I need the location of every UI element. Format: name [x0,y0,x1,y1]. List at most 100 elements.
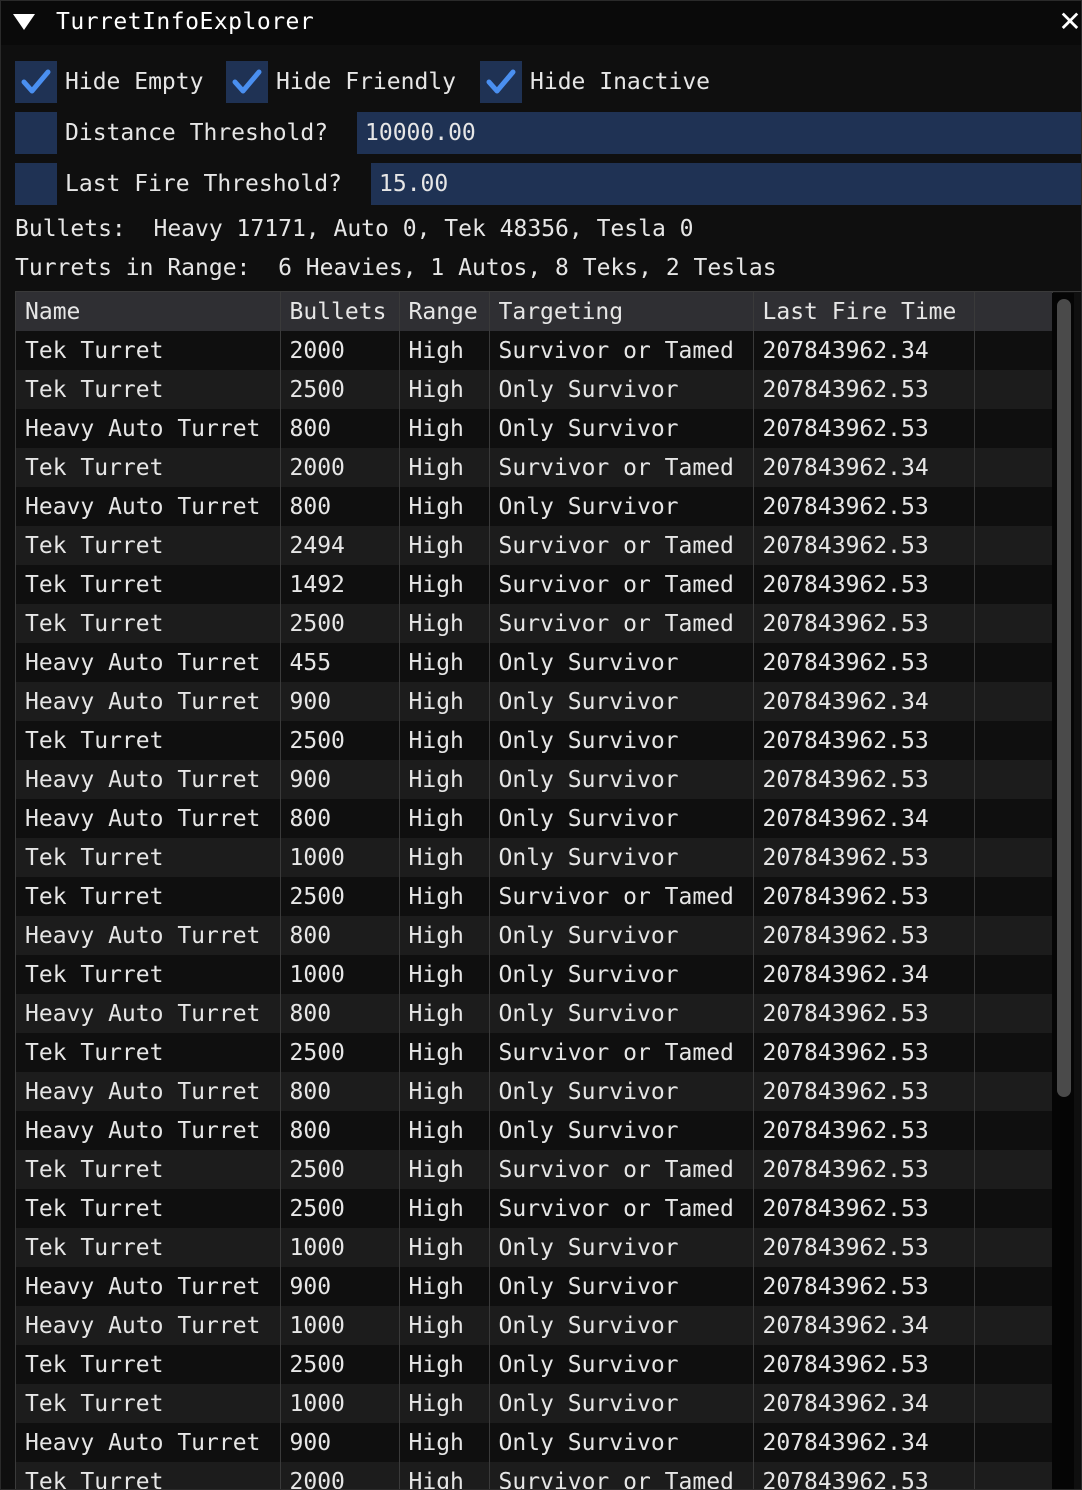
hide-friendly-checkbox[interactable] [226,61,268,103]
cell-range: High [399,1345,490,1384]
column-header-targeting[interactable]: Targeting [489,292,754,331]
cell-last-fire-time: 207843962.34 [753,1423,975,1462]
table-row[interactable]: Heavy Auto Turret 455 High Only Survivor 207… [16,643,1053,682]
table-row[interactable]: Heavy Auto Turret 800 High Only Survivor 207… [16,799,1053,838]
table-row[interactable]: Tek Turret 2000 High Survivor or Tamed 20784… [16,448,1053,487]
table-row[interactable]: Heavy Auto Turret 900 High Only Survivor 207… [16,760,1053,799]
column-header-bullets[interactable]: Bullets [280,292,400,331]
distance-threshold-input[interactable]: 10000.00 [357,112,1081,154]
cell-targeting: Only Survivor [489,1423,754,1462]
turret-info-explorer-window: TurretInfoExplorer ✕ Hide Empty Hide Fri… [0,0,1082,1490]
table-row[interactable]: Heavy Auto Turret 900 High Only Survivor 207… [16,682,1053,721]
cell-last-fire-time: 207843962.53 [753,838,975,877]
cell-spacer [974,526,1053,565]
cell-range: High [399,1228,490,1267]
last-fire-threshold-input[interactable]: 15.00 [371,163,1081,205]
cell-bullets: 455 [280,643,400,682]
distance-threshold-row: Distance Threshold? 10000.00 [15,112,1081,154]
cell-last-fire-time: 207843962.53 [753,916,975,955]
column-header-last-fire-time[interactable]: Last Fire Time [753,292,975,331]
hide-empty-checkbox[interactable] [15,61,57,103]
cell-range: High [399,331,490,370]
cell-targeting: Only Survivor [489,838,754,877]
cell-last-fire-time: 207843962.53 [753,643,975,682]
hide-inactive-checkbox[interactable] [480,61,522,103]
cell-spacer [974,1384,1053,1423]
table-row[interactable]: Heavy Auto Turret 800 High Only Survivor 207… [16,1072,1053,1111]
table-row[interactable]: Tek Turret 1000 High Only Survivor 207843962… [16,1228,1053,1267]
cell-targeting: Survivor or Tamed [489,448,754,487]
cell-range: High [399,1384,490,1423]
cell-bullets: 2000 [280,448,400,487]
cell-last-fire-time: 207843962.53 [753,1072,975,1111]
collapse-triangle-icon[interactable] [13,14,35,30]
cell-range: High [399,682,490,721]
cell-last-fire-time: 207843962.53 [753,487,975,526]
cell-targeting: Only Survivor [489,799,754,838]
cell-last-fire-time: 207843962.53 [753,721,975,760]
table-row[interactable]: Tek Turret 2500 High Survivor or Tamed 20784… [16,1189,1053,1228]
table-row[interactable]: Heavy Auto Turret 800 High Only Survivor 207… [16,1111,1053,1150]
cell-bullets: 800 [280,409,400,448]
table-row[interactable]: Tek Turret 2494 High Survivor or Tamed 20784… [16,526,1053,565]
close-icon[interactable]: ✕ [1055,7,1081,37]
last-fire-threshold-label: Last Fire Threshold? [65,171,342,197]
cell-bullets: 800 [280,1072,400,1111]
cell-name: Heavy Auto Turret [16,760,281,799]
cell-last-fire-time: 207843962.53 [753,370,975,409]
cell-range: High [399,409,490,448]
table-row[interactable]: Tek Turret 1492 High Survivor or Tamed 20784… [16,565,1053,604]
column-header-name[interactable]: Name [16,292,281,331]
column-header-range[interactable]: Range [399,292,490,331]
cell-targeting: Only Survivor [489,1384,754,1423]
cell-targeting: Survivor or Tamed [489,526,754,565]
cell-range: High [399,526,490,565]
cell-name: Tek Turret [16,604,281,643]
table-row[interactable]: Heavy Auto Turret 800 High Only Survivor 207… [16,916,1053,955]
cell-targeting: Survivor or Tamed [489,331,754,370]
cell-bullets: 2500 [280,1150,400,1189]
cell-bullets: 2494 [280,526,400,565]
table-scrollbar-thumb[interactable] [1057,299,1071,1097]
turret-table-container[interactable]: Name Bullets Range Targeting Last Fire T… [15,291,1081,1489]
table-row[interactable]: Tek Turret 1000 High Only Survivor 207843962… [16,1384,1053,1423]
table-row[interactable]: Heavy Auto Turret 900 High Only Survivor 207… [16,1267,1053,1306]
cell-last-fire-time: 207843962.53 [753,1228,975,1267]
table-row[interactable]: Tek Turret 2500 High Only Survivor 207843962… [16,370,1053,409]
table-row[interactable]: Heavy Auto Turret 800 High Only Survivor 207… [16,994,1053,1033]
cell-name: Heavy Auto Turret [16,409,281,448]
table-row[interactable]: Heavy Auto Turret 900 High Only Survivor 207… [16,1423,1053,1462]
cell-targeting: Survivor or Tamed [489,877,754,916]
cell-last-fire-time: 207843962.34 [753,682,975,721]
title-bar[interactable]: TurretInfoExplorer ✕ [1,1,1081,45]
cell-spacer [974,409,1053,448]
cell-last-fire-time: 207843962.53 [753,1111,975,1150]
cell-targeting: Only Survivor [489,1072,754,1111]
table-row[interactable]: Heavy Auto Turret 800 High Only Survivor 207… [16,409,1053,448]
cell-name: Tek Turret [16,331,281,370]
table-row[interactable]: Tek Turret 2000 High Survivor or Tamed 20784… [16,331,1053,370]
table-row[interactable]: Heavy Auto Turret 800 High Only Survivor 207… [16,487,1053,526]
cell-name: Tek Turret [16,565,281,604]
cell-bullets: 2500 [280,1189,400,1228]
table-row[interactable]: Tek Turret 1000 High Only Survivor 207843962… [16,838,1053,877]
distance-threshold-checkbox[interactable] [15,112,57,154]
cell-name: Heavy Auto Turret [16,1306,281,1345]
table-row[interactable]: Tek Turret 2500 High Survivor or Tamed 20784… [16,604,1053,643]
table-row[interactable]: Tek Turret 2500 High Survivor or Tamed 20784… [16,1033,1053,1072]
table-row[interactable]: Tek Turret 2000 High Survivor or Tamed 20784… [16,1462,1053,1489]
cell-targeting: Only Survivor [489,1306,754,1345]
table-row[interactable]: Tek Turret 2500 High Survivor or Tamed 20784… [16,877,1053,916]
last-fire-threshold-checkbox[interactable] [15,163,57,205]
table-row[interactable]: Tek Turret 1000 High Only Survivor 207843962… [16,955,1053,994]
cell-targeting: Only Survivor [489,760,754,799]
cell-bullets: 2500 [280,370,400,409]
cell-range: High [399,760,490,799]
cell-bullets: 900 [280,1267,400,1306]
table-row[interactable]: Tek Turret 2500 High Survivor or Tamed 20784… [16,1150,1053,1189]
cell-range: High [399,1267,490,1306]
table-row[interactable]: Tek Turret 2500 High Only Survivor 207843962… [16,1345,1053,1384]
table-row[interactable]: Tek Turret 2500 High Only Survivor 207843962… [16,721,1053,760]
cell-bullets: 1000 [280,955,400,994]
table-row[interactable]: Heavy Auto Turret 1000 High Only Survivor 20… [16,1306,1053,1345]
